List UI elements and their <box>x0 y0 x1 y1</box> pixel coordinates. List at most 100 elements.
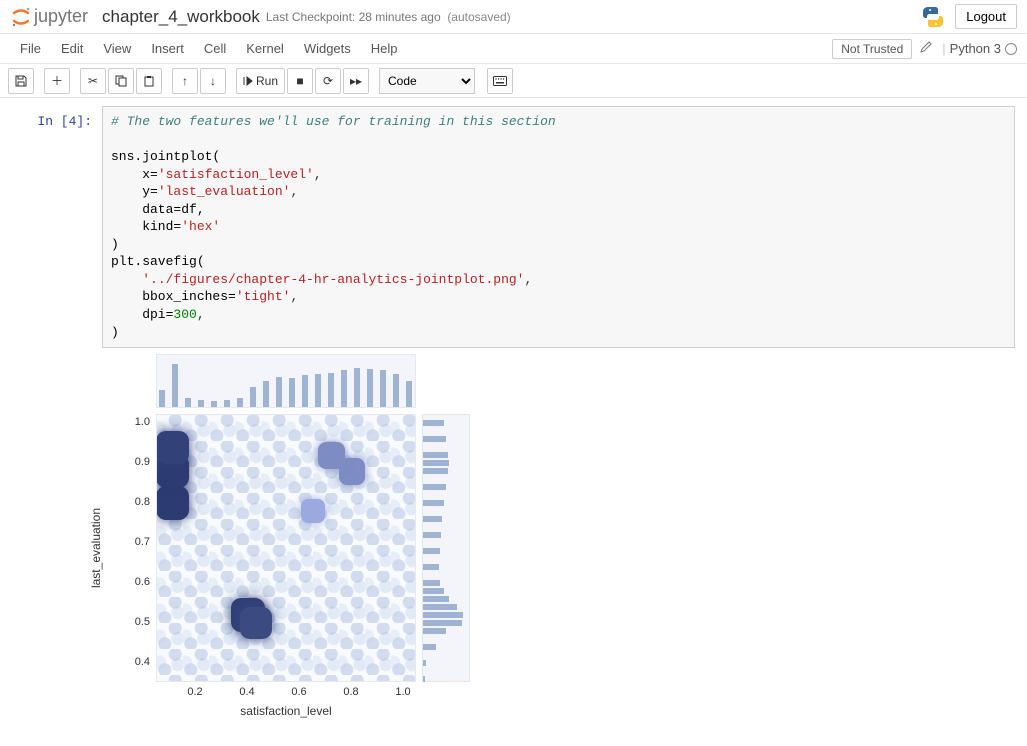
right-hist-bar <box>423 500 444 506</box>
code-line: ) <box>111 325 119 340</box>
menu-edit[interactable]: Edit <box>51 37 93 60</box>
jointplot-figure: last_evaluation 0.40.50.60.70.80.91.0 sa… <box>102 354 482 726</box>
trust-indicator[interactable]: Not Trusted <box>832 39 912 59</box>
code-line: ) <box>111 237 119 252</box>
run-label: Run <box>256 74 278 88</box>
code-cell[interactable]: In [4]: # The two features we'll use for… <box>12 106 1015 348</box>
top-hist-bar <box>315 374 321 408</box>
paste-icon <box>143 75 155 87</box>
autosaved-text: (autosaved) <box>447 10 510 24</box>
hex-cluster <box>156 431 189 464</box>
command-palette-button[interactable] <box>487 68 513 94</box>
interrupt-button[interactable]: ■ <box>287 68 313 94</box>
code-line: sns.jointplot( <box>111 149 220 164</box>
jupyter-logo[interactable]: jupyter <box>10 6 88 28</box>
scissors-icon: ✂ <box>88 74 98 88</box>
code-line: bbox_inches= <box>111 289 236 304</box>
arrow-down-icon: ↓ <box>210 74 216 88</box>
menu-view[interactable]: View <box>93 37 141 60</box>
input-prompt: In [4]: <box>12 106 102 348</box>
cell-type-select[interactable]: Code <box>379 68 475 94</box>
pencil-icon[interactable] <box>920 41 932 56</box>
top-hist-bar <box>302 375 308 407</box>
top-hist-bar <box>367 369 373 407</box>
code-line: data=df, <box>111 202 205 217</box>
top-hist-bar <box>276 377 282 407</box>
code-line: 'last_evaluation' <box>158 184 291 199</box>
right-hist-bar <box>423 604 457 610</box>
python-kernel-icon <box>921 5 945 29</box>
hex-cluster <box>156 486 189 520</box>
keyboard-icon <box>493 76 507 86</box>
right-hist-bar <box>423 516 442 522</box>
restart-button[interactable]: ⟳ <box>315 68 341 94</box>
move-up-button[interactable]: ↑ <box>172 68 198 94</box>
hex-background-texture <box>157 415 415 681</box>
code-line: , <box>197 307 205 322</box>
x-tick: 0.6 <box>291 686 306 698</box>
stop-icon: ■ <box>296 74 303 88</box>
toolbar: ＋ ✂ ↑ ↓ Run ■ ⟳ ▸▸ Code <box>0 64 1027 98</box>
menu-insert[interactable]: Insert <box>141 37 194 60</box>
menu-help[interactable]: Help <box>361 37 408 60</box>
right-hist-bar <box>423 484 446 490</box>
move-down-button[interactable]: ↓ <box>200 68 226 94</box>
code-line: , <box>524 272 532 287</box>
top-hist-bar <box>393 374 399 408</box>
copy-button[interactable] <box>108 68 134 94</box>
x-tick: 0.4 <box>239 686 254 698</box>
jupyter-logo-text: jupyter <box>34 6 88 27</box>
right-hist-bar <box>423 628 446 634</box>
menu-kernel[interactable]: Kernel <box>236 37 294 60</box>
kernel-name[interactable]: Python 3 <box>950 41 1001 56</box>
x-tick: 0.2 <box>187 686 202 698</box>
code-input-area[interactable]: # The two features we'll use for trainin… <box>102 106 1015 348</box>
paste-button[interactable] <box>136 68 162 94</box>
kernel-status-idle-icon <box>1005 43 1017 55</box>
output-area: last_evaluation 0.40.50.60.70.80.91.0 sa… <box>102 354 1015 726</box>
y-tick: 0.9 <box>135 456 150 468</box>
right-hist-bar <box>423 460 449 466</box>
run-icon <box>243 76 253 86</box>
notebook-name[interactable]: chapter_4_workbook <box>102 7 260 27</box>
top-hist-bar <box>380 370 386 407</box>
y-axis-label: last_evaluation <box>89 508 103 588</box>
right-hist-bar <box>423 420 444 426</box>
insert-cell-below-button[interactable]: ＋ <box>44 68 70 94</box>
y-tick: 0.6 <box>135 576 150 588</box>
x-axis-label: satisfaction_level <box>240 704 331 718</box>
right-hist-bar <box>423 612 463 618</box>
code-line: , <box>314 167 322 182</box>
right-hist-bar <box>423 436 446 442</box>
top-hist-bar <box>172 364 178 407</box>
top-marginal-hist <box>156 354 416 408</box>
code-line: plt.savefig( <box>111 254 205 269</box>
top-hist-bar <box>406 381 412 407</box>
hex-cluster <box>318 442 345 469</box>
menu-cell[interactable]: Cell <box>194 37 236 60</box>
run-button[interactable]: Run <box>236 68 285 94</box>
code-line: kind= <box>111 219 181 234</box>
code-line: '../figures/chapter-4-hr-analytics-joint… <box>142 272 524 287</box>
y-axis: last_evaluation 0.40.50.60.70.80.91.0 <box>102 414 156 682</box>
top-hist-bar <box>354 368 360 407</box>
cut-button[interactable]: ✂ <box>80 68 106 94</box>
code-line: 'hex' <box>181 219 220 234</box>
top-hist-bar <box>198 400 204 407</box>
menu-widgets[interactable]: Widgets <box>294 37 361 60</box>
menu-file[interactable]: File <box>10 37 51 60</box>
save-icon <box>15 75 27 87</box>
top-hist-bar <box>237 398 243 407</box>
checkpoint-status: Last Checkpoint: 28 minutes ago (autosav… <box>266 10 511 24</box>
arrow-up-icon: ↑ <box>182 74 188 88</box>
code-line: , <box>290 289 298 304</box>
logout-button[interactable]: Logout <box>955 4 1017 29</box>
notebook-header: jupyter chapter_4_workbook Last Checkpoi… <box>0 0 1027 34</box>
x-tick: 1.0 <box>395 686 410 698</box>
save-button[interactable] <box>8 68 34 94</box>
restart-run-all-button[interactable]: ▸▸ <box>343 68 369 94</box>
right-hist-bar <box>423 660 426 666</box>
copy-icon <box>115 75 127 87</box>
fast-forward-icon: ▸▸ <box>350 74 362 88</box>
right-hist-bar <box>423 676 425 682</box>
